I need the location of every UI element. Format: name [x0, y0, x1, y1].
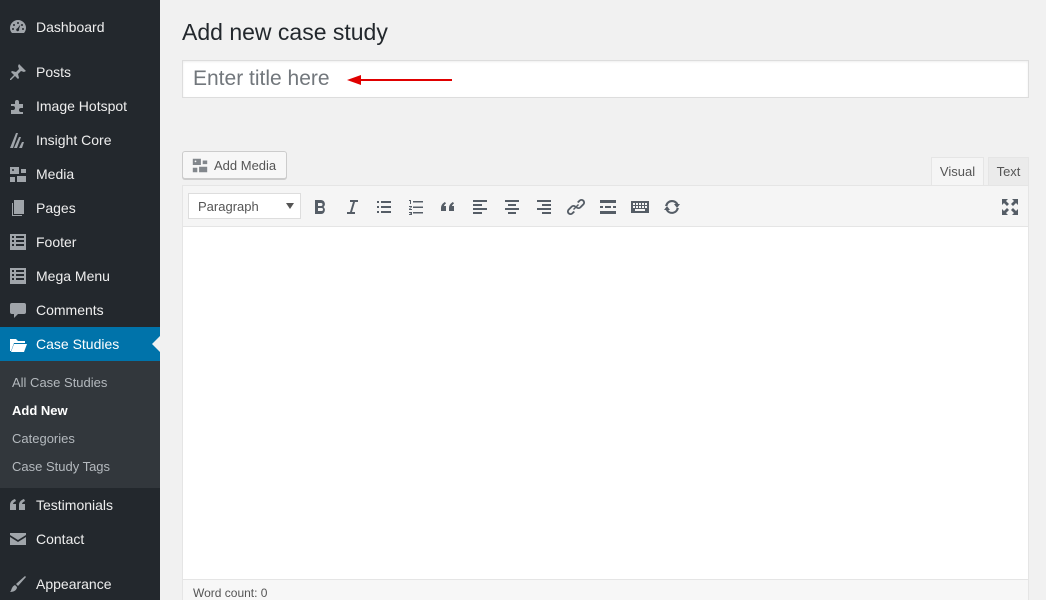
- keyboard-icon: [631, 201, 649, 213]
- insight-icon: [0, 123, 36, 157]
- word-count: Word count: 0: [193, 586, 268, 600]
- submenu-case-study-tags[interactable]: Case Study Tags: [12, 459, 110, 474]
- menu-label: Dashboard: [36, 19, 105, 35]
- menu-item-appearance[interactable]: Appearance: [0, 567, 160, 600]
- list-icon: [0, 225, 36, 259]
- align-right-button[interactable]: [532, 195, 556, 219]
- menu-item-posts[interactable]: Posts: [0, 55, 160, 89]
- folder-icon: [0, 327, 36, 361]
- submenu-categories[interactable]: Categories: [12, 431, 75, 446]
- italic-button[interactable]: [340, 195, 364, 219]
- link-icon: [566, 198, 586, 216]
- menu-label: Pages: [36, 200, 76, 216]
- add-media-icon: [192, 158, 208, 173]
- read-more-icon: [600, 200, 616, 214]
- menu-item-insight-core[interactable]: Insight Core: [0, 123, 160, 157]
- submenu-add-new[interactable]: Add New: [12, 403, 68, 418]
- pages-icon: [0, 191, 36, 225]
- menu-item-dashboard[interactable]: Dashboard: [0, 10, 160, 44]
- italic-icon: [347, 200, 358, 214]
- menu-label: Mega Menu: [36, 268, 110, 284]
- add-media-label: Add Media: [214, 157, 277, 173]
- menu-label: Comments: [36, 302, 104, 318]
- bullet-list-icon: [377, 201, 391, 213]
- editor-status-bar: Word count: 0: [183, 579, 1028, 600]
- quote-icon: [441, 202, 454, 211]
- chevron-down-icon: [286, 203, 294, 209]
- admin-sidebar: Dashboard Posts Image Hotspot Insight Co…: [0, 0, 160, 600]
- menu-item-contact[interactable]: Contact: [0, 522, 160, 556]
- menu-label: Footer: [36, 234, 77, 250]
- menu-item-mega-menu[interactable]: Mega Menu: [0, 259, 160, 293]
- case-studies-submenu: All Case Studies Add New Categories Case…: [0, 361, 160, 488]
- editor-toolbar: Paragraph: [183, 186, 1028, 227]
- menu-item-case-studies[interactable]: Case Studies: [0, 327, 160, 361]
- pin-icon: [0, 55, 36, 89]
- numbered-list-icon: [409, 200, 423, 215]
- menu-item-media[interactable]: Media: [0, 157, 160, 191]
- format-select-value: Paragraph: [198, 198, 259, 214]
- menu-label: Image Hotspot: [36, 98, 128, 114]
- format-select[interactable]: Paragraph: [188, 193, 301, 219]
- menu-label: Insight Core: [36, 132, 112, 148]
- bold-button[interactable]: [308, 195, 332, 219]
- menu-item-testimonials[interactable]: Testimonials: [0, 488, 160, 522]
- numbered-list-button[interactable]: [404, 195, 428, 219]
- menu-item-footer[interactable]: Footer: [0, 225, 160, 259]
- read-more-button[interactable]: [596, 195, 620, 219]
- tab-text[interactable]: Text: [988, 157, 1029, 186]
- bold-icon: [315, 200, 325, 214]
- align-right-icon: [537, 200, 551, 214]
- mail-icon: [0, 522, 36, 556]
- menu-item-comments[interactable]: Comments: [0, 293, 160, 327]
- blockquote-button[interactable]: [436, 195, 460, 219]
- align-left-icon: [473, 200, 487, 214]
- refresh-icon: [664, 200, 680, 214]
- media-icon: [0, 157, 36, 191]
- menu-label: Media: [36, 166, 75, 182]
- puzzle-icon: [0, 89, 36, 123]
- align-center-icon: [505, 200, 519, 214]
- comment-icon: [0, 293, 36, 327]
- menu-item-image-hotspot[interactable]: Image Hotspot: [0, 89, 160, 123]
- editor-content-area[interactable]: [183, 227, 1028, 579]
- align-left-button[interactable]: [468, 195, 492, 219]
- dashboard-icon: [0, 10, 36, 44]
- add-media-button[interactable]: Add Media: [182, 151, 288, 179]
- menu-label: Case Studies: [36, 336, 120, 352]
- align-center-button[interactable]: [500, 195, 524, 219]
- page-title: Add new case study: [182, 19, 388, 45]
- tab-visual[interactable]: Visual: [931, 157, 984, 186]
- menu-label: Posts: [36, 64, 72, 80]
- menu-item-pages[interactable]: Pages: [0, 191, 160, 225]
- menu-label: Contact: [36, 531, 85, 547]
- annotation-arrow-icon: [347, 75, 452, 85]
- title-field-wrapper: [182, 60, 1029, 98]
- submenu-all-case-studies[interactable]: All Case Studies: [12, 375, 107, 390]
- quote-icon: [0, 488, 36, 522]
- menu-label: Appearance: [36, 576, 112, 592]
- bullet-list-button[interactable]: [372, 195, 396, 219]
- fullscreen-button[interactable]: [998, 195, 1022, 219]
- content-editor: Paragraph Word count: 0: [182, 185, 1029, 600]
- fullscreen-icon: [1002, 199, 1018, 215]
- menu-label: Testimonials: [36, 497, 114, 513]
- refresh-button[interactable]: [660, 195, 684, 219]
- title-input[interactable]: [183, 61, 1028, 97]
- toolbar-toggle-button[interactable]: [628, 195, 652, 219]
- list-icon: [0, 259, 36, 293]
- insert-link-button[interactable]: [564, 195, 588, 219]
- brush-icon: [0, 567, 36, 600]
